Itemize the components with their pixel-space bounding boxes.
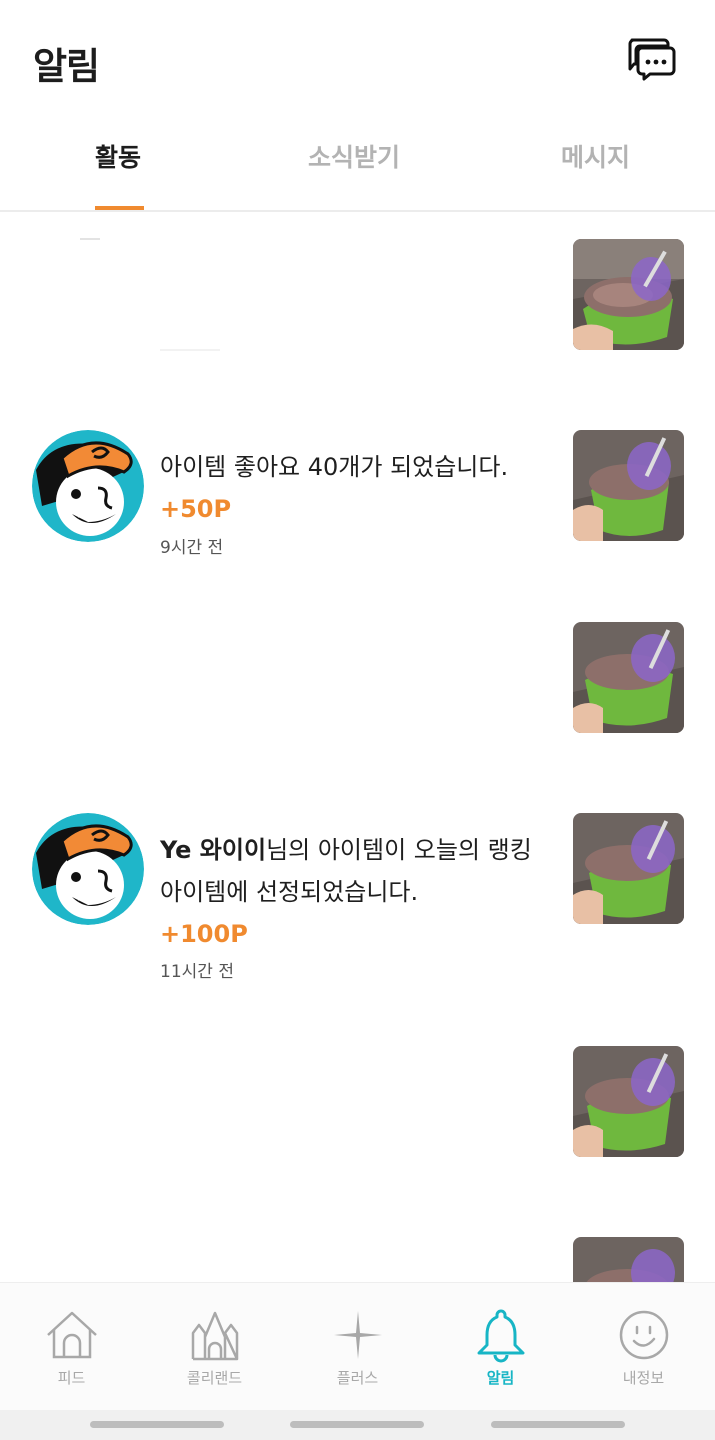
- item-thumbnail[interactable]: [573, 1237, 684, 1282]
- house-icon: [44, 1307, 100, 1363]
- item-thumbnail[interactable]: [573, 1046, 684, 1157]
- item-thumbnail[interactable]: [573, 430, 684, 541]
- avatar[interactable]: [32, 813, 144, 925]
- item-thumbnail[interactable]: [573, 239, 684, 350]
- system-nav-pill[interactable]: [90, 1421, 224, 1428]
- notification-text: Ye 와이이님의 아이템이 오늘의 랭킹 아이템에 선정되었습니다. +100P: [160, 829, 540, 955]
- castle-icon: [187, 1307, 243, 1363]
- notification-time: 9시간 전: [160, 538, 224, 558]
- tab-messages[interactable]: 메시지: [561, 138, 630, 174]
- avatar[interactable]: [32, 430, 144, 542]
- notification-text: 아이템 좋아요 40개가 되었습니다. +50P: [160, 446, 550, 530]
- nav-my-info[interactable]: 내정보: [572, 1283, 715, 1411]
- system-nav-pill[interactable]: [491, 1421, 625, 1428]
- app-header: 알림: [0, 0, 715, 110]
- notification-list: 아이템 좋아요 40개가 되었습니다. +50P 9시간 전 Ye 와이이님의 …: [0, 212, 715, 1282]
- page-title: 알림: [33, 45, 100, 88]
- sparkle-plus-icon: [330, 1307, 386, 1363]
- nav-label: 알림: [486, 1369, 515, 1387]
- smiley-icon: [616, 1307, 672, 1363]
- bottom-tab-bar: 피드 콜리랜드 플러스 알림 내정보: [0, 1282, 715, 1410]
- chat-bubbles-icon[interactable]: [626, 36, 678, 82]
- system-nav-pill[interactable]: [290, 1421, 424, 1428]
- nav-label: 플러스: [336, 1369, 379, 1387]
- notification-username: Ye 와이이: [160, 836, 267, 864]
- divider: [80, 238, 100, 240]
- item-thumbnail[interactable]: [573, 622, 684, 733]
- system-navigation-bar: [0, 1410, 715, 1440]
- nav-label: 피드: [57, 1369, 86, 1387]
- item-thumbnail[interactable]: [573, 813, 684, 924]
- points-badge: +100P: [160, 920, 248, 948]
- notification-tabs: 활동 소식받기 메시지: [0, 118, 715, 212]
- tab-subscriptions[interactable]: 소식받기: [308, 138, 400, 174]
- nav-feed[interactable]: 피드: [0, 1283, 143, 1411]
- points-badge: +50P: [160, 495, 232, 523]
- bell-icon: [473, 1307, 529, 1363]
- nav-notifications[interactable]: 알림: [429, 1283, 572, 1411]
- nav-plus[interactable]: 플러스: [286, 1283, 429, 1411]
- notification-message: 아이템 좋아요 40개가 되었습니다.: [160, 453, 509, 481]
- nav-label: 콜리랜드: [186, 1369, 243, 1387]
- nav-label: 내정보: [622, 1369, 665, 1387]
- tab-activity[interactable]: 활동: [95, 138, 141, 174]
- nav-colliland[interactable]: 콜리랜드: [143, 1283, 286, 1411]
- divider: [160, 349, 220, 351]
- notification-time: 11시간 전: [160, 962, 234, 982]
- active-tab-indicator: [95, 206, 144, 210]
